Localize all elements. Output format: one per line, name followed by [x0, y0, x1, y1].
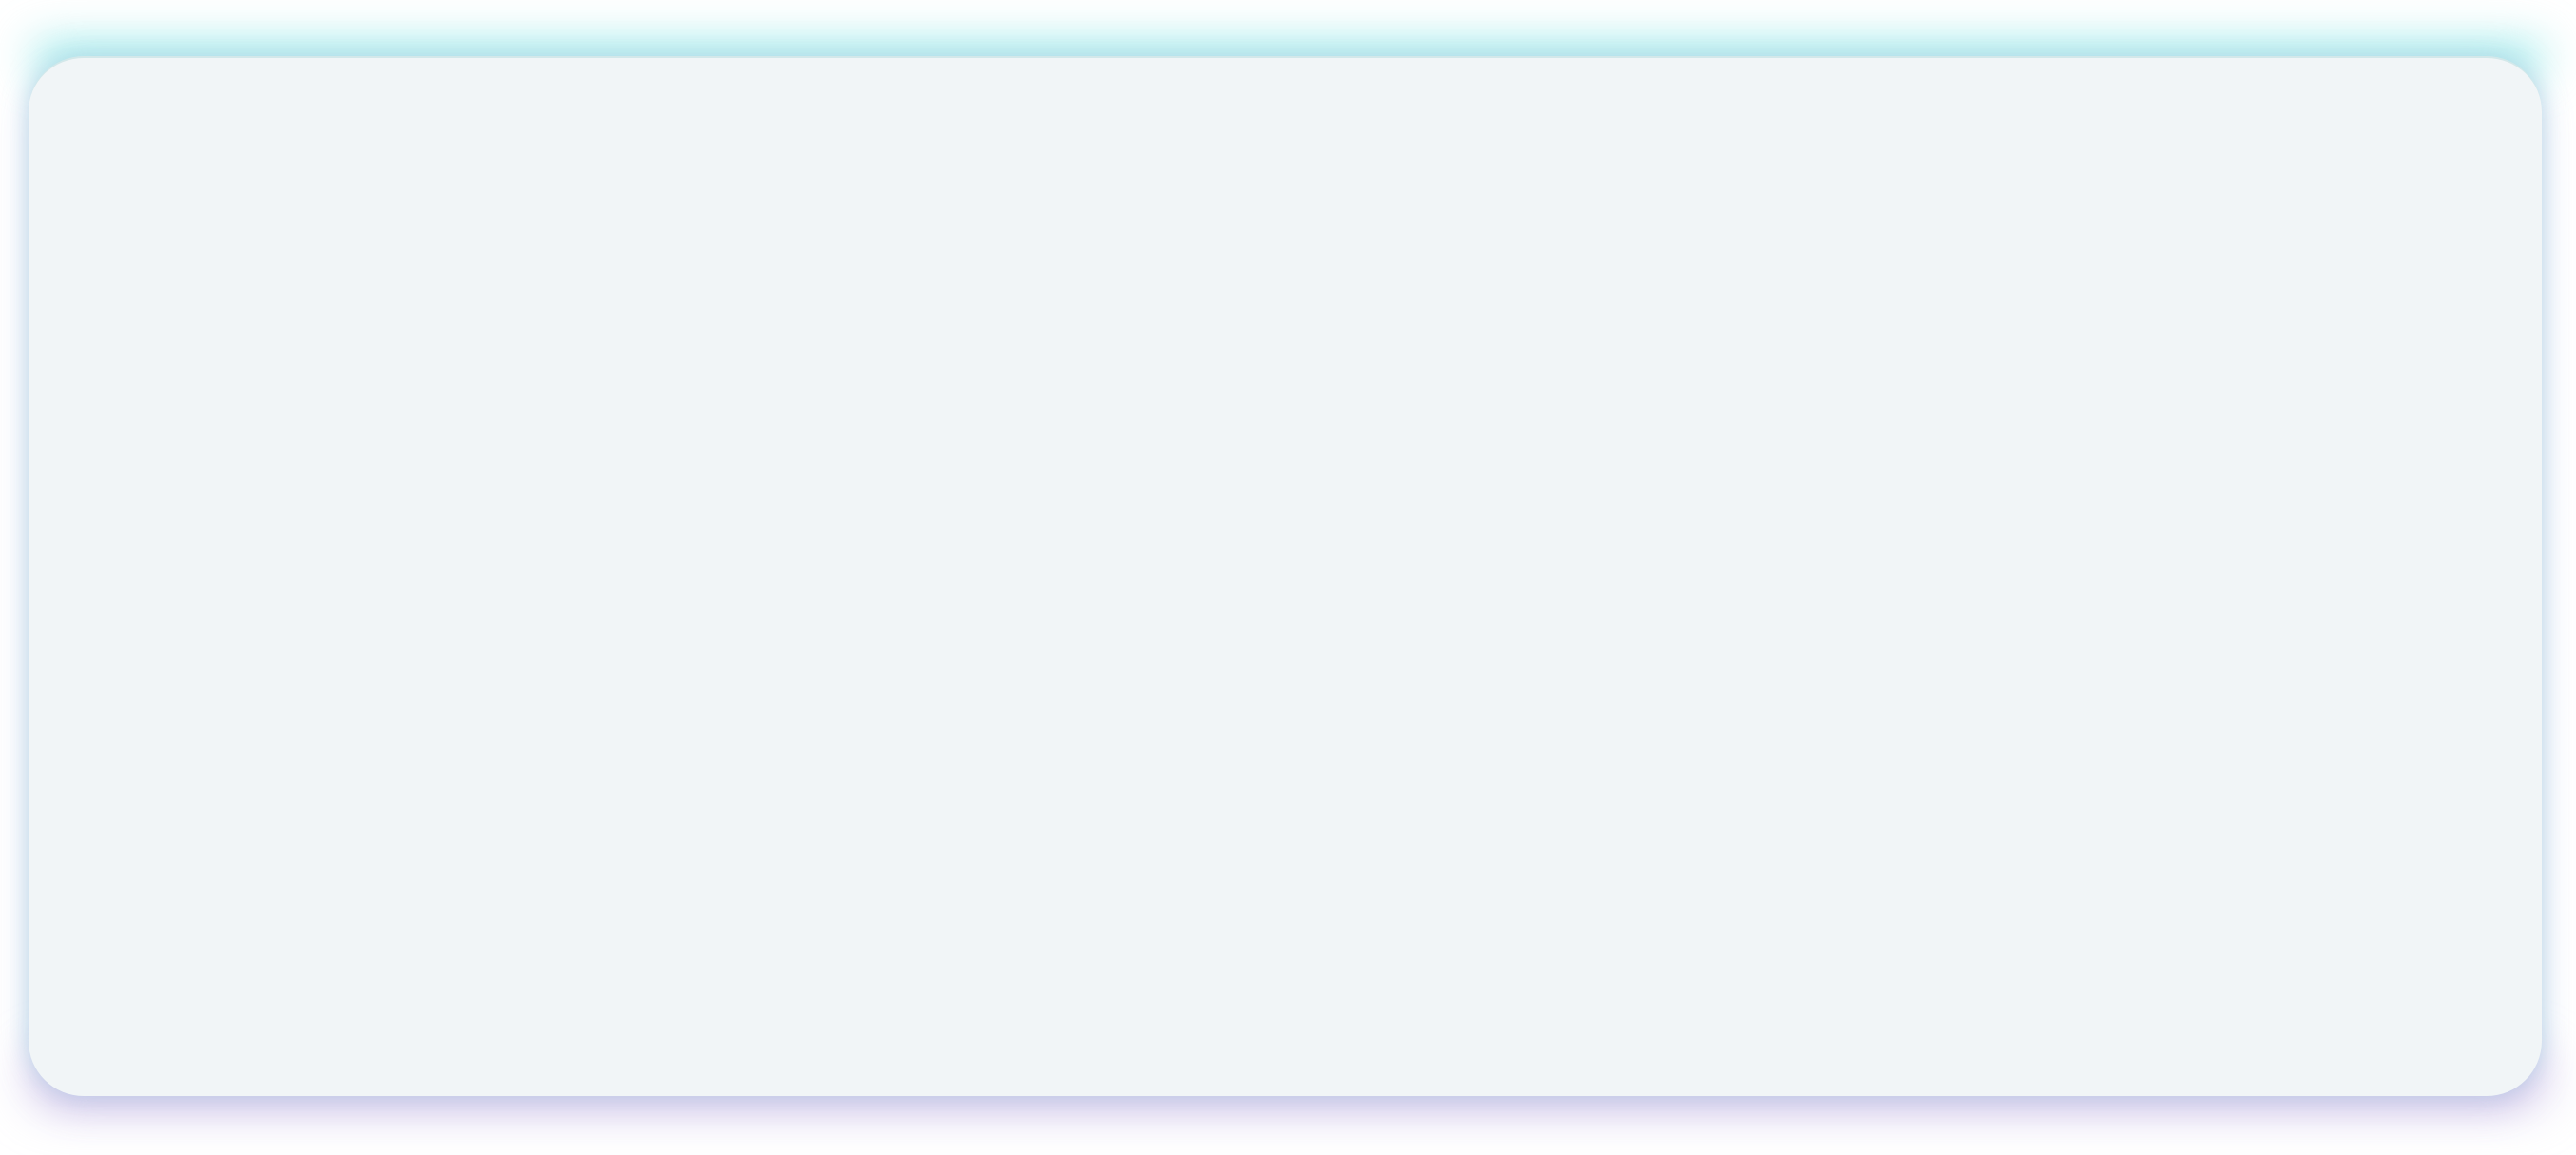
- screen: [0, 0, 2576, 1155]
- empty-card-panel: [29, 56, 2542, 1096]
